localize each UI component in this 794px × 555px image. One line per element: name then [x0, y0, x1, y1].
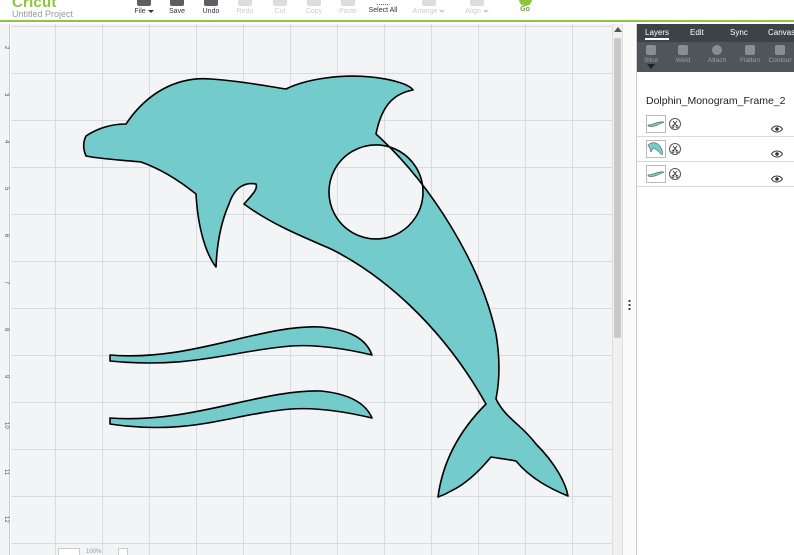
select-all-icon [376, 0, 390, 5]
weld-icon [678, 45, 688, 55]
file-icon [137, 0, 151, 6]
redo-button[interactable]: Redo [234, 0, 256, 20]
paste-button[interactable]: Paste [337, 0, 359, 20]
tab-canvas[interactable]: Canvas [768, 28, 794, 37]
align-icon [470, 0, 484, 6]
vertical-scrollbar[interactable] [612, 24, 622, 555]
arrange-icon [422, 0, 436, 6]
layers-panel: Layers Edit Sync Canvas Slice Weld Attac… [636, 24, 794, 555]
dolphin-shape[interactable] [82, 75, 569, 498]
expand-triangle-icon[interactable] [647, 64, 655, 69]
ruler-tick-label: 6 [3, 234, 9, 238]
scrollbar-thumb[interactable] [614, 38, 621, 338]
save-icon [170, 0, 184, 6]
layer-group-name[interactable]: Dolphin_Monogram_Frame_2 [646, 95, 786, 107]
wave-top-shape[interactable] [109, 326, 373, 364]
ruler-tick-label: 12 [3, 516, 9, 523]
flatten-icon [745, 45, 755, 55]
copy-icon [307, 0, 321, 6]
wave-thumbnail-icon [646, 165, 666, 183]
undo-icon [204, 0, 218, 6]
file-menu-button[interactable]: File [133, 0, 155, 20]
slice-icon [646, 45, 656, 55]
panel-tabs: Layers Edit Sync Canvas [637, 24, 794, 42]
layer-actions-bar: Slice Weld Attach Flatten Contour [637, 42, 794, 72]
ruler-tick-label: 5 [3, 187, 9, 191]
drag-handle-icon[interactable] [628, 299, 631, 311]
attach-icon [712, 45, 722, 55]
tab-edit[interactable]: Edit [690, 28, 704, 37]
design-artwork [82, 75, 569, 498]
layer-row[interactable] [637, 162, 794, 187]
scroll-up-arrow-icon[interactable] [614, 27, 622, 32]
eye-icon[interactable] [770, 170, 784, 188]
layer-row[interactable] [637, 137, 794, 162]
contour-button[interactable]: Contour [768, 45, 792, 64]
chevron-down-icon [147, 9, 154, 13]
copy-button[interactable]: Copy [303, 0, 325, 20]
chevron-down-icon [482, 9, 489, 13]
ruler-tick-label: 10 [3, 422, 9, 429]
ruler-tick-label: 3 [3, 93, 9, 97]
ruler-tick-label: 8 [3, 328, 9, 332]
scissors-icon[interactable] [669, 143, 681, 155]
flatten-button[interactable]: Flatten [738, 45, 762, 64]
paste-icon [341, 0, 355, 6]
zoom-out-button[interactable] [58, 548, 80, 555]
cricut-design-space: Cricut Untitled Project File Save Undo R… [0, 0, 794, 555]
chevron-down-icon [439, 9, 446, 13]
project-name[interactable]: Untitled Project [12, 9, 73, 19]
undo-button[interactable]: Undo [200, 0, 222, 20]
dolphin-thumbnail-icon [646, 140, 666, 158]
eye-icon[interactable] [770, 120, 784, 138]
panel-splitter[interactable] [622, 24, 635, 555]
wave-bottom-shape[interactable] [109, 390, 373, 429]
save-button[interactable]: Save [166, 0, 188, 20]
ruler-tick-label: 4 [3, 140, 9, 144]
layer-row[interactable] [637, 112, 794, 137]
contour-icon [775, 45, 785, 55]
align-menu-button[interactable]: Align [464, 0, 490, 20]
wave-thumbnail-icon [646, 115, 666, 133]
design-canvas[interactable] [11, 24, 612, 555]
slice-button[interactable]: Slice [639, 45, 663, 64]
ruler-tick-label: 11 [3, 469, 9, 476]
go-button[interactable]: Go [513, 0, 537, 20]
tab-sync[interactable]: Sync [730, 28, 748, 37]
ruler-tick-label: 2 [3, 46, 9, 50]
zoom-level: 100% [86, 549, 102, 555]
redo-icon [238, 0, 252, 6]
attach-button[interactable]: Attach [705, 45, 729, 64]
eye-icon[interactable] [770, 145, 784, 163]
scissors-icon[interactable] [669, 168, 681, 180]
zoom-in-button[interactable] [118, 548, 128, 555]
scissors-icon [273, 0, 287, 6]
arrange-menu-button[interactable]: Arrange [412, 0, 446, 20]
select-all-button[interactable]: Select All [366, 0, 400, 20]
weld-button[interactable]: Weld [671, 45, 695, 64]
vertical-ruler: 2 3 4 5 6 7 8 9 10 11 12 [0, 24, 10, 555]
cut-button[interactable]: Cut [269, 0, 291, 20]
scissors-icon[interactable] [669, 118, 681, 130]
ruler-tick-label: 9 [3, 375, 9, 379]
tab-layers[interactable]: Layers [645, 28, 670, 40]
ruler-tick-label: 7 [3, 281, 9, 285]
top-toolbar: Cricut Untitled Project File Save Undo R… [0, 0, 794, 22]
